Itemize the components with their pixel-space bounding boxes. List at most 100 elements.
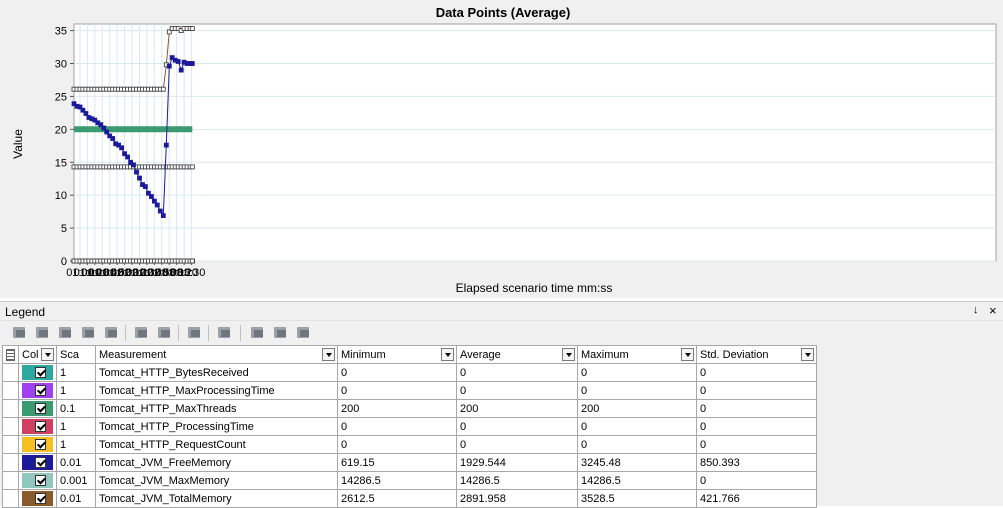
legend-row[interactable]: 1 Tomcat_HTTP_RequestCount 0 0 0 0: [2, 435, 817, 454]
cell-average: 0: [456, 435, 578, 454]
plot-area: [73, 23, 997, 262]
row-selector[interactable]: [2, 489, 19, 508]
legend-row[interactable]: 1 Tomcat_HTTP_MaxProcessingTime 0 0 0 0: [2, 381, 817, 400]
column-header-label: Col: [22, 348, 39, 361]
color-swatch[interactable]: [22, 491, 53, 506]
toolbar-separator: [240, 325, 241, 341]
legend-row[interactable]: 0.001 Tomcat_JVM_MaxMemory 14286.5 14286.5 1…: [2, 471, 817, 490]
x-axis-label: Elapsed scenario time mm:ss: [456, 281, 613, 295]
color-swatch[interactable]: [22, 383, 53, 398]
color-swatch[interactable]: [22, 437, 53, 452]
pin-icon[interactable]: ↓: [973, 304, 979, 316]
column-header-std-deviation[interactable]: Std. Deviation: [696, 345, 817, 364]
visibility-checkbox[interactable]: [35, 475, 46, 486]
close-icon[interactable]: ×: [989, 303, 997, 318]
icon-glyph: [161, 330, 170, 337]
cell-minimum: 14286.5: [337, 471, 457, 490]
chevron-down-icon[interactable]: [801, 348, 814, 361]
show-all-icon[interactable]: [10, 324, 28, 341]
cell-maximum: 0: [577, 363, 697, 382]
row-selector[interactable]: [2, 471, 19, 490]
color-swatch[interactable]: [22, 455, 53, 470]
color-cell: [18, 453, 57, 472]
x-axis-ticks: 01:0001:1001:2001:3001:4001:5002:0002:10…: [66, 261, 205, 279]
hide-all-icon[interactable]: [33, 324, 51, 341]
row-selector[interactable]: [2, 399, 19, 418]
column-header-measurement[interactable]: Measurement: [95, 345, 338, 364]
data-point: [189, 164, 195, 170]
row-selector[interactable]: [2, 453, 19, 472]
color-swatch[interactable]: [22, 401, 53, 416]
color-cell: [18, 399, 57, 418]
data-point: [142, 184, 148, 190]
legend-toolbar: [0, 320, 1003, 344]
column-header-label: Measurement: [99, 348, 167, 361]
cell-std: 0: [696, 399, 817, 418]
chevron-down-icon[interactable]: [41, 348, 54, 361]
legend-row[interactable]: 1 Tomcat_HTTP_ProcessingTime 0 0 0 0: [2, 417, 817, 436]
configure-icon[interactable]: [132, 324, 150, 341]
visibility-checkbox[interactable]: [35, 493, 46, 504]
legend-table: Col Sca Measurement Minimum Average Maxi…: [2, 345, 817, 508]
export-icon[interactable]: [248, 324, 266, 341]
y-tick-label: 20: [55, 124, 67, 136]
visibility-checkbox[interactable]: [35, 421, 46, 432]
data-point: [137, 175, 142, 181]
auto-correlate-icon[interactable]: [185, 324, 203, 341]
cell-std: 0: [696, 435, 817, 454]
y-axis-ticks: 05101520253035: [55, 26, 74, 268]
legend-row[interactable]: 1 Tomcat_HTTP_BytesReceived 0 0 0 0: [2, 363, 817, 382]
legend-row[interactable]: 0.01 Tomcat_JVM_TotalMemory 2612.5 2891.958…: [2, 489, 817, 508]
row-selector[interactable]: [2, 363, 19, 382]
chevron-down-icon[interactable]: [681, 348, 694, 361]
column-header-maximum[interactable]: Maximum: [577, 345, 697, 364]
chevron-down-icon[interactable]: [322, 348, 335, 361]
color-swatch[interactable]: [22, 365, 53, 380]
visibility-checkbox[interactable]: [35, 403, 46, 414]
visibility-checkbox[interactable]: [35, 439, 46, 450]
x-tick-label: 03:30: [178, 267, 206, 279]
column-header-average[interactable]: Average: [456, 345, 578, 364]
row-selector[interactable]: [2, 435, 19, 454]
cell-measurement: Tomcat_HTTP_MaxProcessingTime: [95, 381, 338, 400]
icon-glyph: [39, 330, 48, 337]
chart-area: Data Points (Average) Value Elapsed scen…: [0, 0, 1003, 298]
cell-std: 0: [696, 381, 817, 400]
visibility-checkbox[interactable]: [35, 385, 46, 396]
cell-measurement: Tomcat_HTTP_BytesReceived: [95, 363, 338, 382]
cell-std: 0: [696, 417, 817, 436]
hide-selected-icon[interactable]: [79, 324, 97, 341]
data-point: [163, 142, 169, 148]
color-swatch[interactable]: [22, 419, 53, 434]
sort-icon[interactable]: [271, 324, 289, 341]
properties-icon[interactable]: [294, 324, 312, 341]
chevron-down-icon[interactable]: [562, 348, 575, 361]
data-point: [104, 129, 110, 135]
chevron-down-icon[interactable]: [441, 348, 454, 361]
visibility-checkbox[interactable]: [35, 367, 46, 378]
column-header-label: Maximum: [581, 348, 629, 361]
column-header-minimum[interactable]: Minimum: [337, 345, 457, 364]
legend-row[interactable]: 0.01 Tomcat_JVM_FreeMemory 619.15 1929.544 3…: [2, 453, 817, 472]
column-header-scale[interactable]: Sca: [56, 345, 96, 364]
legend-row[interactable]: 0.1 Tomcat_HTTP_MaxThreads 200 200 200 0: [2, 399, 817, 418]
row-selector[interactable]: [2, 381, 19, 400]
select-all-corner[interactable]: [2, 345, 19, 364]
row-selector[interactable]: [2, 417, 19, 436]
visibility-checkbox[interactable]: [35, 457, 46, 468]
legend-header-row: Col Sca Measurement Minimum Average Maxi…: [2, 345, 817, 364]
measurement-options-icon[interactable]: [155, 324, 173, 341]
icon-glyph: [277, 330, 286, 337]
columns-icon[interactable]: [215, 324, 233, 341]
color-cell: [18, 417, 57, 436]
cell-minimum: 2612.5: [337, 489, 457, 508]
color-cell: [18, 381, 57, 400]
color-cell: [18, 363, 57, 382]
data-point: [189, 61, 195, 66]
column-header-color[interactable]: Col: [18, 345, 57, 364]
filter-icon[interactable]: [102, 324, 120, 341]
color-swatch[interactable]: [22, 473, 53, 488]
cell-std: 0: [696, 471, 817, 490]
list-icon: [6, 348, 15, 361]
show-selected-icon[interactable]: [56, 324, 74, 341]
